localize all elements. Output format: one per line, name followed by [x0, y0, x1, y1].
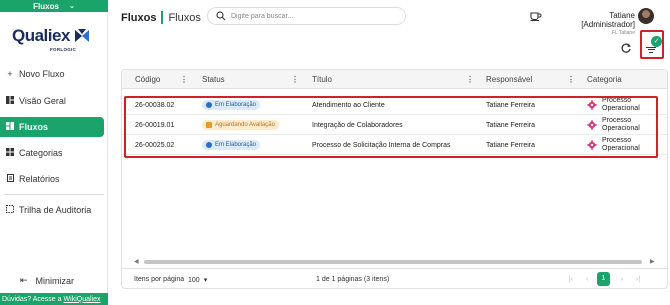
page-number-current[interactable]: 1: [597, 272, 610, 286]
report-icon: [5, 174, 15, 184]
page-size-select[interactable]: 100 ▾: [188, 273, 214, 287]
sidebar-item-label: Novo Fluxo: [19, 69, 65, 79]
column-label: Status: [202, 75, 225, 84]
page-range-label: 1 de 1 páginas (3 itens): [316, 276, 390, 283]
column-label: Código: [135, 75, 161, 84]
logo-mark-icon: [75, 29, 89, 42]
sidebar-item-categorias[interactable]: Categorias: [0, 143, 104, 163]
title-divider: [161, 11, 164, 24]
sidebar-item-relatorios[interactable]: Relatórios: [0, 169, 104, 189]
column-header-responsavel[interactable]: Responsável: [486, 70, 532, 89]
page-size-value: 100: [188, 276, 200, 284]
last-page-icon[interactable]: ›|: [632, 273, 644, 287]
user-name: Tatiane [Administrador]: [581, 11, 635, 29]
module-selector[interactable]: Fluxos ⌄: [0, 0, 108, 12]
minimize-label: Minimizar: [35, 275, 75, 286]
paginator: Itens por página 100 ▾ 1 de 1 páginas (3…: [122, 268, 667, 288]
filter-icon: [646, 45, 656, 55]
column-header-titulo[interactable]: Título: [312, 70, 332, 89]
sidebar-item-novo-fluxo[interactable]: + Novo Fluxo: [0, 64, 104, 84]
column-label: Responsável: [486, 75, 533, 84]
avatar[interactable]: [638, 8, 654, 24]
coffee-cup-icon[interactable]: [530, 11, 542, 21]
chevron-down-icon: ⌄: [68, 3, 75, 10]
page-title-group: Fluxos Fluxos: [121, 11, 201, 24]
column-header-categoria[interactable]: Categoria: [587, 70, 622, 89]
rows-highlight-box: [124, 96, 658, 158]
first-page-icon[interactable]: |‹: [565, 273, 577, 287]
scroll-right-icon[interactable]: ▶: [650, 258, 655, 265]
search-input[interactable]: [231, 12, 391, 20]
breadcrumb[interactable]: Fluxos: [168, 12, 200, 24]
user-organization: FL Tatiane: [611, 30, 635, 36]
previous-page-icon[interactable]: ‹: [581, 273, 593, 287]
table-header: Código ⋮ Status ⋮ Título ⋮ Responsável ⋮…: [122, 70, 667, 89]
minimize-button[interactable]: ⇤ Minimizar: [20, 275, 74, 286]
top-header: Fluxos Fluxos Tatiane [Administrador] FL…: [108, 0, 670, 36]
categories-icon: [5, 148, 15, 158]
sidebar-item-trilha-de-auditoria[interactable]: Trilha de Auditoria: [0, 200, 104, 220]
page-title: Fluxos: [121, 11, 157, 24]
sidebar-item-fluxos[interactable]: Fluxos: [0, 117, 104, 137]
help-footer: Dúvidas? Acesse a WikiQualiex: [0, 293, 108, 305]
sidebar-item-label: Trilha de Auditoria: [19, 205, 92, 215]
qualiex-logo: Qualiex FORLOGIC: [12, 26, 92, 56]
search-bar[interactable]: [207, 7, 406, 25]
sidebar-item-label: Categorias: [19, 148, 63, 158]
module-label: Fluxos: [33, 1, 59, 11]
sidebar-item-visao-geral[interactable]: Visão Geral: [0, 91, 104, 111]
help-text: Dúvidas? Acesse a: [2, 295, 62, 303]
logo-text: Qualiex: [12, 26, 70, 45]
sidebar-divider: [4, 194, 104, 195]
sidebar-item-label: Relatórios: [19, 174, 60, 184]
column-header-status[interactable]: Status: [202, 70, 225, 89]
dropdown-arrow-icon: ▾: [203, 277, 208, 284]
sidebar-item-label: Visão Geral: [19, 96, 66, 106]
column-header-codigo[interactable]: Código: [135, 70, 160, 89]
sidebar: Fluxos ⌄ Qualiex FORLOGIC + Novo Fluxo V…: [0, 0, 108, 305]
plus-icon: +: [7, 69, 13, 79]
horizontal-scrollbar[interactable]: [144, 260, 642, 264]
logo-subtext: FORLOGIC: [50, 47, 77, 52]
search-icon: [216, 11, 226, 21]
filter-button[interactable]: ✓: [640, 30, 664, 59]
items-per-page-label: Itens por página: [134, 276, 185, 283]
collapse-left-icon: ⇤: [20, 275, 28, 285]
sidebar-item-label: Fluxos: [19, 122, 49, 132]
user-info[interactable]: Tatiane [Administrador] FL Tatiane: [555, 11, 635, 36]
flows-table: Código ⋮ Status ⋮ Título ⋮ Responsável ⋮…: [121, 69, 668, 289]
flows-icon: [5, 122, 15, 132]
wiki-link[interactable]: WikiQualiex: [64, 296, 101, 303]
scroll-left-icon[interactable]: ◀: [134, 258, 139, 265]
column-label: Categoria: [587, 75, 622, 84]
dashboard-icon: [5, 96, 15, 106]
refresh-icon[interactable]: [620, 42, 632, 54]
audit-trail-icon: [5, 205, 15, 215]
next-page-icon[interactable]: ›: [616, 273, 628, 287]
column-label: Título: [312, 75, 333, 84]
